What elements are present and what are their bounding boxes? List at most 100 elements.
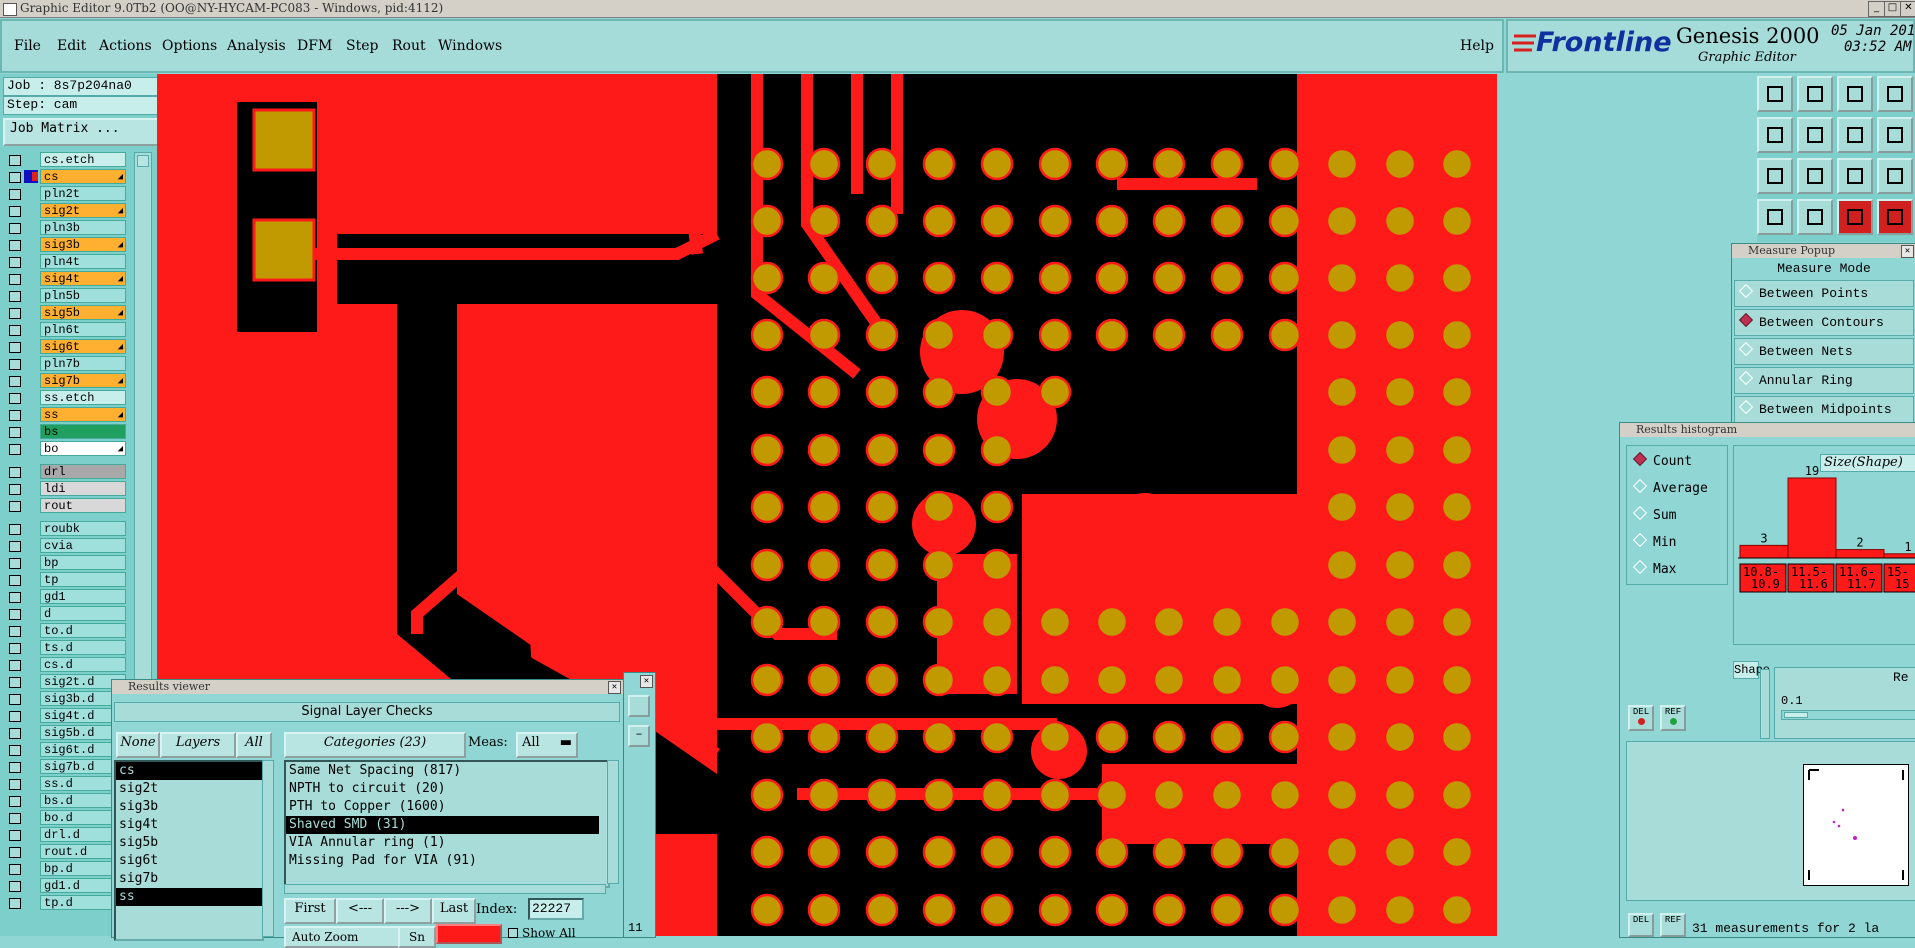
histogram-bar[interactable] [1739, 544, 1789, 559]
layer-checkbox[interactable] [9, 155, 21, 166]
bga-pad[interactable] [922, 778, 956, 812]
layer-checkbox[interactable] [9, 410, 21, 421]
bga-pad[interactable] [807, 261, 841, 295]
del-button[interactable]: DEL [1628, 705, 1654, 731]
bga-pad[interactable] [1440, 778, 1474, 812]
bga-pad[interactable] [1440, 835, 1474, 869]
bga-pad[interactable] [1152, 204, 1186, 238]
categories-hscrollbar[interactable] [284, 884, 606, 894]
bga-pad[interactable] [1268, 835, 1302, 869]
auto-zoom-select[interactable]: Auto Zoom [284, 926, 404, 948]
stat-option[interactable]: Min [1632, 532, 1676, 550]
result-layer-item[interactable]: ss [116, 888, 262, 906]
bga-pad[interactable] [922, 375, 956, 409]
bga-pad[interactable] [1210, 261, 1244, 295]
layer-name[interactable]: pln3b [40, 220, 126, 235]
bga-pad[interactable] [922, 318, 956, 352]
result-layer-item[interactable]: sig4t [116, 816, 262, 834]
layer-name[interactable]: ts.d [40, 640, 126, 655]
layer-checkbox[interactable] [9, 830, 21, 841]
bga-pad[interactable] [750, 548, 784, 582]
bga-pad[interactable] [1440, 893, 1474, 927]
layer-name[interactable]: sig3b ◢ [40, 237, 126, 252]
result-category-item[interactable]: Same Net Spacing (817) [286, 762, 599, 780]
layer-row[interactable]: sig6t ◢ [6, 339, 126, 354]
bga-pad[interactable] [1383, 605, 1417, 639]
layer-row[interactable]: rout.d [6, 844, 126, 859]
layer-checkbox[interactable] [9, 881, 21, 892]
bga-pad[interactable] [1325, 261, 1359, 295]
zoom-next-icon[interactable] [1797, 117, 1833, 153]
layer-checkbox[interactable] [9, 325, 21, 336]
layer-name[interactable]: tp [40, 572, 126, 587]
bga-pad[interactable] [1325, 490, 1359, 524]
center-icon[interactable] [1797, 158, 1833, 194]
layer-name[interactable]: ss ◢ [40, 407, 126, 422]
bga-pad[interactable] [1440, 318, 1474, 352]
bga-pad[interactable] [980, 318, 1014, 352]
bga-pad[interactable] [807, 204, 841, 238]
layer-checkbox[interactable] [9, 779, 21, 790]
ref-button-bottom[interactable]: REF [1660, 913, 1686, 937]
bga-pad[interactable] [1325, 663, 1359, 697]
bga-pad[interactable] [1095, 835, 1129, 869]
histogram-bar[interactable] [1883, 553, 1915, 559]
bga-pad[interactable] [807, 490, 841, 524]
shape-scrollbar[interactable] [1760, 669, 1770, 739]
bga-pad[interactable] [1038, 893, 1072, 927]
bga-pad[interactable] [1325, 605, 1359, 639]
smd-pad[interactable] [252, 108, 316, 172]
measure-popup-close-button[interactable]: ✕ [1901, 245, 1914, 258]
histogram-bar[interactable] [1835, 549, 1885, 559]
layer-row[interactable]: bs.d [6, 793, 126, 808]
bga-pad[interactable] [750, 433, 784, 467]
bga-pad[interactable] [1152, 605, 1186, 639]
layer-row[interactable]: sig7b.d [6, 759, 126, 774]
bga-pad[interactable] [1440, 261, 1474, 295]
layers-scrollbar[interactable] [262, 760, 274, 937]
none-button[interactable]: None [116, 732, 160, 758]
bga-pad[interactable] [865, 147, 899, 181]
bga-pad[interactable] [980, 261, 1014, 295]
layer-row[interactable]: d [6, 606, 126, 621]
bga-pad[interactable] [1038, 605, 1072, 639]
del-button-bottom[interactable]: DEL [1628, 913, 1654, 937]
bga-pad[interactable] [1383, 375, 1417, 409]
layer-row[interactable]: to.d [6, 623, 126, 638]
layer-row[interactable]: ss.d [6, 776, 126, 791]
layers-list[interactable]: cs sig2t sig3b sig4t sig5b sig6t sig7b ss [114, 760, 264, 941]
bga-pad[interactable] [750, 318, 784, 352]
bga-pad[interactable] [1383, 548, 1417, 582]
result-category-item[interactable]: VIA Annular ring (1) [286, 834, 599, 852]
layer-name[interactable]: bo ◢ [40, 441, 126, 456]
bga-pad[interactable] [1152, 663, 1186, 697]
bga-pad[interactable] [980, 835, 1014, 869]
layer-checkbox[interactable] [9, 813, 21, 824]
layer-checkbox[interactable] [9, 342, 21, 353]
layer-checkbox[interactable] [9, 189, 21, 200]
layer-checkbox[interactable] [9, 444, 21, 455]
next-button[interactable]: ---> [384, 898, 432, 924]
layer-row[interactable]: ss ◢ [6, 407, 126, 422]
bga-pad[interactable] [807, 893, 841, 927]
bga-pad[interactable] [1268, 605, 1302, 639]
last-button[interactable]: Last [432, 898, 476, 924]
bga-pad[interactable] [750, 204, 784, 238]
layer-row[interactable]: ss.etch [6, 390, 126, 405]
layer-checkbox[interactable] [9, 660, 21, 671]
layer-row[interactable]: pln7b [6, 356, 126, 371]
bga-pad[interactable] [1383, 835, 1417, 869]
layer-name[interactable]: cs.etch [40, 152, 126, 167]
layer-name[interactable]: d [40, 606, 126, 621]
layer-checkbox[interactable] [9, 541, 21, 552]
bga-pad[interactable] [750, 261, 784, 295]
layer-name[interactable]: ss.etch [40, 390, 126, 405]
bga-pad[interactable] [807, 375, 841, 409]
minimize-button[interactable]: _ [1868, 1, 1885, 17]
layer-row[interactable]: cs.d [6, 657, 126, 672]
sn-button[interactable]: Sn [398, 926, 436, 948]
bga-pad[interactable] [1152, 835, 1186, 869]
layer-down-icon[interactable] [1877, 199, 1913, 235]
layer-checkbox[interactable] [9, 524, 21, 535]
layer-checkbox[interactable] [9, 796, 21, 807]
